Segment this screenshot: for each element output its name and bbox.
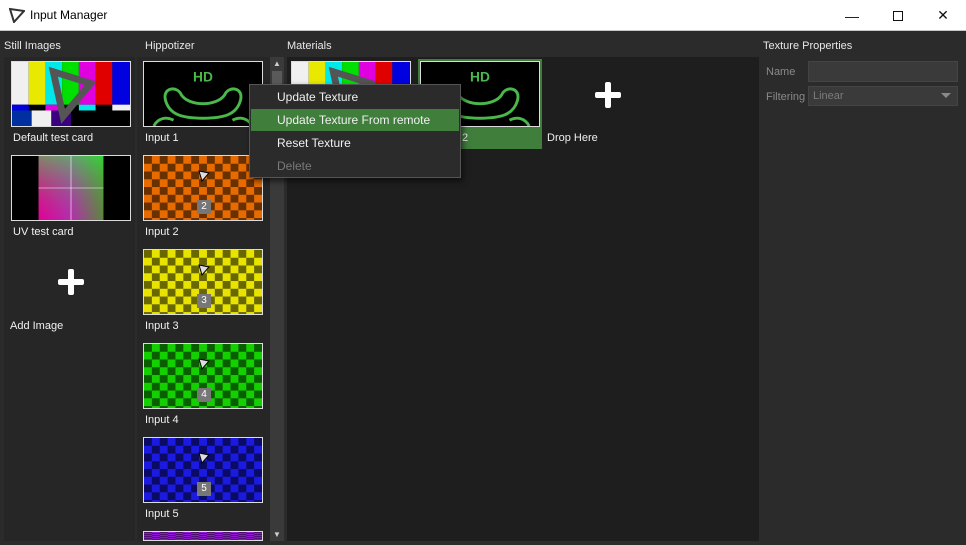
hippotizer-input-label: Input 5 bbox=[145, 508, 179, 520]
input-number-badge: 2 bbox=[197, 200, 211, 214]
name-field[interactable] bbox=[808, 61, 958, 82]
filtering-label: Filtering bbox=[766, 91, 806, 103]
minimize-button[interactable]: — bbox=[829, 0, 875, 31]
still-images-heading: Still Images bbox=[4, 40, 61, 52]
hippotizer-input-label: Input 2 bbox=[145, 226, 179, 238]
uv-test-card-thumbnail[interactable] bbox=[11, 155, 131, 221]
material-label: 2 bbox=[462, 132, 469, 144]
drop-here-icon[interactable] bbox=[595, 82, 621, 108]
input-1-thumbnail[interactable]: HD bbox=[143, 61, 263, 127]
input-2-thumbnail[interactable]: 2 bbox=[143, 155, 263, 221]
name-label: Name bbox=[766, 66, 796, 78]
add-image-label[interactable]: Add Image bbox=[10, 320, 63, 332]
input-3-thumbnail[interactable]: 3 bbox=[143, 249, 263, 315]
filtering-select[interactable]: Linear bbox=[808, 86, 958, 106]
still-images-panel: Default test card UV test card Add Image bbox=[4, 57, 135, 541]
drop-here-label[interactable]: Drop Here bbox=[547, 132, 598, 144]
materials-heading: Materials bbox=[287, 40, 332, 52]
menu-item-update-texture-from-remote[interactable]: Update Texture From remote bbox=[251, 109, 459, 131]
input-6-thumbnail[interactable] bbox=[143, 531, 263, 541]
filtering-value: Linear bbox=[813, 90, 844, 102]
hippotizer-heading: Hippotizer bbox=[145, 40, 195, 52]
scroll-down-icon[interactable]: ▼ bbox=[270, 528, 284, 541]
hippo-logo-icon bbox=[198, 264, 210, 276]
hippo-logo-icon bbox=[8, 7, 27, 24]
menu-item-delete: Delete bbox=[277, 159, 312, 173]
texture-properties-heading: Texture Properties bbox=[763, 40, 853, 52]
input-number-badge: 5 bbox=[197, 482, 211, 496]
hippotizer-input-label: Input 1 bbox=[145, 132, 179, 144]
input-number-badge: 3 bbox=[197, 294, 211, 308]
close-icon: ✕ bbox=[937, 7, 949, 23]
context-menu: Update Texture Update Texture From remot… bbox=[249, 84, 461, 178]
still-image-label: Default test card bbox=[13, 132, 94, 144]
still-image-label: UV test card bbox=[13, 226, 74, 238]
scroll-up-icon[interactable]: ▲ bbox=[270, 57, 284, 70]
svg-text:HD: HD bbox=[470, 69, 490, 84]
hippo-logo-icon bbox=[198, 358, 210, 370]
texture-properties-panel: Name Filtering Linear bbox=[762, 57, 964, 541]
hippo-logo-icon bbox=[198, 452, 210, 464]
svg-text:HD: HD bbox=[193, 69, 213, 84]
hippotizer-input-label: Input 4 bbox=[145, 414, 179, 426]
maximize-icon bbox=[893, 10, 903, 21]
add-image-icon[interactable] bbox=[58, 269, 84, 295]
minimize-icon: — bbox=[845, 7, 859, 24]
maximize-button[interactable] bbox=[875, 0, 921, 31]
menu-item-reset-texture[interactable]: Reset Texture bbox=[251, 132, 459, 154]
chevron-down-icon bbox=[941, 93, 951, 98]
default-test-card-thumbnail[interactable] bbox=[11, 61, 131, 127]
menu-item-update-texture[interactable]: Update Texture bbox=[251, 86, 459, 108]
window-title: Input Manager bbox=[30, 8, 108, 22]
input-5-thumbnail[interactable]: 5 bbox=[143, 437, 263, 503]
title-bar: Input Manager — ✕ bbox=[0, 0, 966, 31]
input-4-thumbnail[interactable]: 4 bbox=[143, 343, 263, 409]
hippotizer-input-label: Input 3 bbox=[145, 320, 179, 332]
hippo-logo-icon bbox=[198, 170, 210, 182]
close-button[interactable]: ✕ bbox=[920, 0, 966, 31]
input-number-badge: 4 bbox=[197, 388, 211, 402]
